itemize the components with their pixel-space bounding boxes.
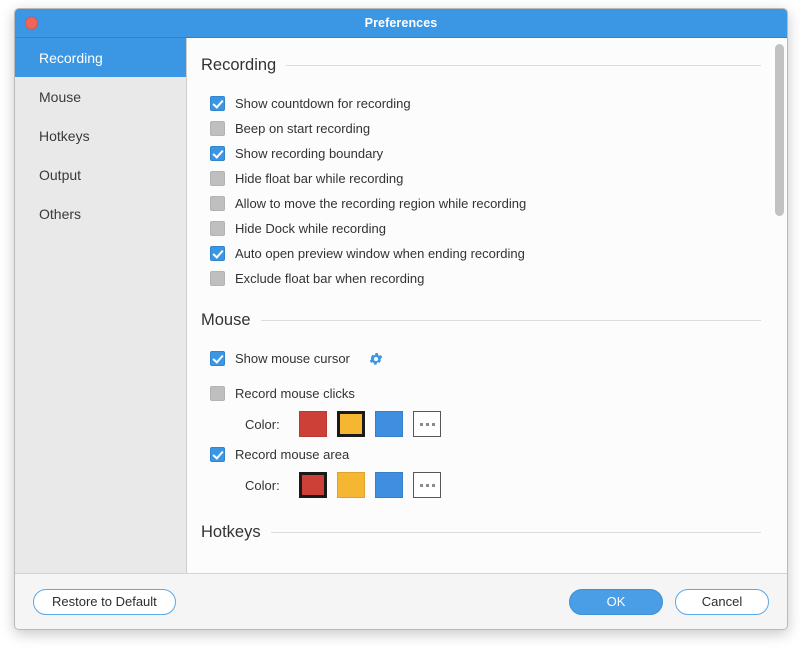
option-exclude-float-bar[interactable]: Exclude float bar when recording	[210, 266, 761, 291]
restore-to-default-button[interactable]: Restore to Default	[33, 589, 176, 615]
more-colors-button[interactable]	[413, 472, 441, 498]
checkbox-icon[interactable]	[210, 171, 225, 186]
sidebar-item-others[interactable]: Others	[15, 194, 186, 233]
option-beep-on-start[interactable]: Beep on start recording	[210, 116, 761, 141]
section-title: Recording	[201, 56, 276, 75]
option-label: Beep on start recording	[235, 121, 370, 136]
option-label: Exclude float bar when recording	[235, 271, 424, 286]
color-swatch-red[interactable]	[299, 411, 327, 437]
section-title: Mouse	[201, 311, 251, 330]
preferences-window: Preferences Recording Mouse Hotkeys Outp…	[14, 8, 788, 630]
option-label: Hide float bar while recording	[235, 171, 403, 186]
close-icon[interactable]	[25, 17, 38, 30]
option-label: Show mouse cursor	[235, 351, 350, 366]
checkbox-icon[interactable]	[210, 121, 225, 136]
checkbox-icon[interactable]	[210, 146, 225, 161]
color-row-record-area: Color:	[210, 467, 761, 503]
section-header-hotkeys: Hotkeys	[201, 523, 761, 542]
content-pane: Recording Show countdown for recording B…	[187, 38, 787, 573]
sidebar: Recording Mouse Hotkeys Output Others	[15, 38, 187, 573]
option-hide-float-bar[interactable]: Hide float bar while recording	[210, 166, 761, 191]
option-show-mouse-cursor[interactable]: Show mouse cursor	[210, 346, 761, 371]
color-swatch-yellow[interactable]	[337, 411, 365, 437]
section-rule	[261, 320, 761, 321]
checkbox-icon[interactable]	[210, 196, 225, 211]
option-label: Show countdown for recording	[235, 96, 411, 111]
checkbox-icon[interactable]	[210, 447, 225, 462]
color-swatch-red[interactable]	[299, 472, 327, 498]
section-header-mouse: Mouse	[201, 311, 761, 330]
content-scrollbar[interactable]	[775, 42, 784, 569]
ok-button[interactable]: OK	[569, 589, 663, 615]
color-swatch-blue[interactable]	[375, 472, 403, 498]
color-swatch-yellow[interactable]	[337, 472, 365, 498]
color-swatch-blue[interactable]	[375, 411, 403, 437]
spacer	[201, 291, 761, 311]
option-label: Show recording boundary	[235, 146, 383, 161]
sidebar-item-label: Others	[39, 206, 81, 222]
checkbox-icon[interactable]	[210, 271, 225, 286]
sidebar-item-mouse[interactable]: Mouse	[15, 77, 186, 116]
checkbox-icon[interactable]	[210, 386, 225, 401]
checkbox-icon[interactable]	[210, 96, 225, 111]
option-record-mouse-area[interactable]: Record mouse area	[210, 442, 761, 467]
option-label: Record mouse area	[235, 447, 349, 462]
section-rule	[271, 532, 761, 533]
spacer	[201, 503, 761, 523]
section-header-recording: Recording	[201, 56, 761, 75]
checkbox-icon[interactable]	[210, 246, 225, 261]
checkbox-icon[interactable]	[210, 351, 225, 366]
checkbox-icon[interactable]	[210, 221, 225, 236]
window-title: Preferences	[365, 16, 438, 30]
option-auto-open-preview[interactable]: Auto open preview window when ending rec…	[210, 241, 761, 266]
sidebar-item-recording[interactable]: Recording	[15, 38, 186, 77]
option-label: Allow to move the recording region while…	[235, 196, 526, 211]
spacer	[210, 371, 761, 381]
window-body: Recording Mouse Hotkeys Output Others	[15, 38, 787, 573]
preferences-scroll-content: Recording Show countdown for recording B…	[187, 38, 787, 573]
color-row-record-clicks: Color:	[210, 406, 761, 442]
screenshot-root: Preferences Recording Mouse Hotkeys Outp…	[0, 0, 800, 653]
window-titlebar: Preferences	[15, 9, 787, 38]
option-record-mouse-clicks[interactable]: Record mouse clicks	[210, 381, 761, 406]
sidebar-item-label: Output	[39, 167, 81, 183]
option-label: Auto open preview window when ending rec…	[235, 246, 525, 261]
gear-icon[interactable]	[368, 351, 384, 367]
sidebar-item-output[interactable]: Output	[15, 155, 186, 194]
color-label: Color:	[245, 417, 289, 432]
sidebar-item-label: Hotkeys	[39, 128, 90, 144]
scrollbar-thumb[interactable]	[775, 44, 784, 216]
sidebar-item-label: Mouse	[39, 89, 81, 105]
option-hide-dock[interactable]: Hide Dock while recording	[210, 216, 761, 241]
more-colors-button[interactable]	[413, 411, 441, 437]
option-label: Record mouse clicks	[235, 386, 355, 401]
cancel-button[interactable]: Cancel	[675, 589, 769, 615]
dialog-footer: Restore to Default OK Cancel	[15, 573, 787, 629]
option-label: Hide Dock while recording	[235, 221, 386, 236]
option-show-countdown[interactable]: Show countdown for recording	[210, 91, 761, 116]
section-title: Hotkeys	[201, 523, 261, 542]
footer-actions: OK Cancel	[569, 589, 769, 615]
color-label: Color:	[245, 478, 289, 493]
option-show-recording-boundary[interactable]: Show recording boundary	[210, 141, 761, 166]
option-allow-move-region[interactable]: Allow to move the recording region while…	[210, 191, 761, 216]
sidebar-item-label: Recording	[39, 50, 103, 66]
sidebar-item-hotkeys[interactable]: Hotkeys	[15, 116, 186, 155]
mouse-options-list: Show mouse cursor Record mouse clicks	[201, 346, 761, 503]
recording-options-list: Show countdown for recording Beep on sta…	[201, 91, 761, 291]
section-rule	[286, 65, 761, 66]
